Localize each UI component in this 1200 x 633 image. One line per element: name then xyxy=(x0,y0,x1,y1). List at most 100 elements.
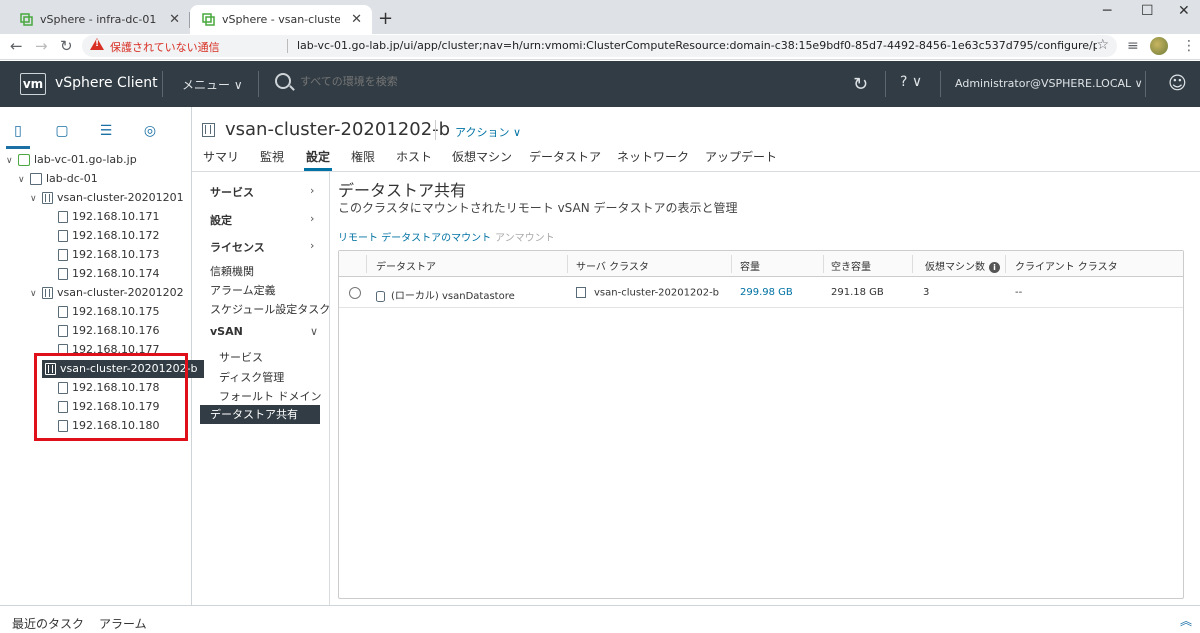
section-subtitle: このクラスタにマウントされたリモート vSAN データストアの表示と管理 xyxy=(338,201,738,215)
chevron-right-icon[interactable]: › xyxy=(310,184,314,197)
search-icon xyxy=(275,73,291,89)
close-tab-icon[interactable]: ✕ xyxy=(351,5,362,34)
vms-templates-view-icon[interactable]: ▢ xyxy=(53,123,71,141)
tree-item-cluster[interactable]: ∨ vsan-cluster-20201202 xyxy=(30,284,184,302)
cell-capacity[interactable]: 299.98 GB xyxy=(740,287,793,298)
column-divider[interactable] xyxy=(912,255,913,273)
reload-icon[interactable]: ↻ xyxy=(60,37,73,55)
subnav-fault-domains[interactable]: フォールト ドメイン xyxy=(219,388,322,404)
tree-item-datacenter[interactable]: ∨ lab-dc-01 xyxy=(18,170,98,188)
app-title[interactable]: vSphere Client xyxy=(55,75,158,91)
subnav-services[interactable]: サービス xyxy=(210,184,254,200)
alarms-tab[interactable]: アラーム xyxy=(99,615,147,632)
back-arrow-icon[interactable]: ← xyxy=(10,37,23,55)
reading-list-icon[interactable]: ≡ xyxy=(1127,38,1139,54)
tree-item-host[interactable]: 192.168.10.175 xyxy=(58,303,159,321)
subnav-disk-management[interactable]: ディスク管理 xyxy=(219,369,284,385)
subnav-datastore-sharing[interactable]: データストア共有 xyxy=(200,405,320,424)
mount-remote-datastore-link[interactable]: リモート データストアのマウント xyxy=(338,229,491,244)
chevron-down-icon[interactable]: ∨ xyxy=(18,171,30,189)
column-header-free-space[interactable]: 空き容量 xyxy=(831,258,871,273)
user-menu[interactable]: Administrator@VSPHERE.LOCAL ∨ xyxy=(955,77,1143,90)
column-divider[interactable] xyxy=(1005,255,1006,273)
tree-item-host[interactable]: 192.168.10.174 xyxy=(58,265,159,283)
column-header-datastore[interactable]: データストア xyxy=(376,258,436,273)
chevron-down-icon[interactable]: ∨ xyxy=(30,190,42,208)
chevron-down-icon[interactable]: ∨ xyxy=(310,325,318,338)
subnav-alarm-definitions[interactable]: アラーム定義 xyxy=(210,282,276,298)
column-header-client-cluster[interactable]: クライアント クラスタ xyxy=(1015,258,1118,273)
chevron-down-icon[interactable]: ∨ xyxy=(30,285,42,303)
header-divider xyxy=(885,71,886,97)
help-menu[interactable]: ? ∨ xyxy=(900,74,922,90)
tree-item-host[interactable]: 192.168.10.171 xyxy=(58,208,159,226)
browser-tab-1[interactable]: vSphere - infra-dc-01 - サマリ ✕ xyxy=(8,5,190,34)
new-tab-button[interactable]: + xyxy=(378,8,393,29)
host-icon xyxy=(58,211,68,223)
tab-vms[interactable]: 仮想マシン xyxy=(452,148,512,165)
subnav-licensing[interactable]: ライセンス xyxy=(210,239,265,255)
tab-datastores[interactable]: データストア xyxy=(529,148,601,165)
column-divider[interactable] xyxy=(731,255,732,273)
tab-hosts[interactable]: ホスト xyxy=(396,148,432,165)
tree-item-cluster[interactable]: ∨ vsan-cluster-20201201 xyxy=(30,189,184,207)
host-icon xyxy=(58,249,68,261)
vm-logo: vm xyxy=(20,73,46,95)
forward-arrow-icon[interactable]: → xyxy=(35,37,48,55)
subnav-scheduled-tasks[interactable]: スケジュール設定タスク xyxy=(210,301,330,317)
browser-tab-title: vSphere - infra-dc-01 - サマリ xyxy=(40,13,158,26)
bookmark-star-icon[interactable]: ☆ xyxy=(1096,37,1109,53)
chevron-down-icon[interactable]: ∨ xyxy=(6,152,18,170)
actions-menu[interactable]: アクション ∨ xyxy=(455,124,521,140)
table-row[interactable]: (ローカル) vsanDatastore vsan-cluster-202012… xyxy=(339,278,1183,308)
minimize-button[interactable]: ─ xyxy=(1103,3,1111,19)
info-icon[interactable]: i xyxy=(989,261,1000,273)
chevron-right-icon[interactable]: › xyxy=(310,212,314,225)
maximize-button[interactable]: ☐ xyxy=(1141,3,1154,19)
tab-configure[interactable]: 設定 xyxy=(303,148,333,171)
chevron-right-icon[interactable]: › xyxy=(310,239,314,252)
tab-updates[interactable]: アップデート xyxy=(705,148,777,165)
tree-item-vcenter[interactable]: ∨ lab-vc-01.go-lab.jp xyxy=(6,151,137,169)
close-tab-icon[interactable]: ✕ xyxy=(169,5,180,34)
browser-tab-2[interactable]: vSphere - vsan-cluster-20201202-b ✕ xyxy=(190,5,372,34)
address-bar[interactable]: 保護されていない通信 lab-vc-01.go-lab.jp/ui/app/cl… xyxy=(82,35,1117,57)
refresh-icon[interactable]: ↻ xyxy=(853,74,868,95)
subnav-settings[interactable]: 設定 xyxy=(210,212,232,228)
column-header-vm-count[interactable]: 仮想マシン数 i xyxy=(925,258,1000,273)
browser-tab-title: vSphere - vsan-cluster-20201202-b xyxy=(222,13,340,26)
tab-summary[interactable]: サマリ xyxy=(203,148,239,165)
url-text[interactable]: lab-vc-01.go-lab.jp/ui/app/cluster;nav=h… xyxy=(297,39,1097,52)
profile-avatar[interactable] xyxy=(1150,37,1168,55)
cell-server-cluster: vsan-cluster-20201202-b xyxy=(576,287,719,299)
subnav-vsan[interactable]: vSAN xyxy=(210,325,243,338)
column-divider[interactable] xyxy=(823,255,824,273)
unmount-link[interactable]: アンマウント xyxy=(495,229,555,244)
row-select-radio[interactable] xyxy=(349,287,361,299)
browser-menu-icon[interactable]: ⋮ xyxy=(1182,38,1196,54)
tree-item-host[interactable]: 192.168.10.173 xyxy=(58,246,159,264)
tab-monitor[interactable]: 監視 xyxy=(260,148,284,165)
tab-permissions[interactable]: 権限 xyxy=(351,148,375,165)
column-divider[interactable] xyxy=(567,255,568,273)
column-header-capacity[interactable]: 容量 xyxy=(740,258,760,273)
global-search-input[interactable] xyxy=(300,76,600,88)
close-window-button[interactable]: ✕ xyxy=(1178,3,1190,19)
menu-button[interactable]: メニュー ∨ xyxy=(182,76,243,93)
highlight-annotation-box xyxy=(34,353,188,441)
subnav-vsan-services[interactable]: サービス xyxy=(219,349,263,365)
tab-networks[interactable]: ネットワーク xyxy=(617,148,689,165)
feedback-smiley-icon[interactable]: ☺ xyxy=(1168,73,1187,94)
recent-tasks-tab[interactable]: 最近のタスク xyxy=(12,615,84,632)
tree-item-host[interactable]: 192.168.10.176 xyxy=(58,322,159,340)
tree-item-label: 192.168.10.176 xyxy=(72,324,160,337)
storage-view-icon[interactable]: ☰ xyxy=(97,123,115,141)
header-divider xyxy=(162,71,163,97)
subnav-trust-authority[interactable]: 信頼機関 xyxy=(210,263,254,279)
hosts-clusters-view-icon[interactable]: ▯ xyxy=(6,123,30,149)
column-header-server-cluster[interactable]: サーバ クラスタ xyxy=(576,258,649,273)
security-label[interactable]: 保護されていない通信 xyxy=(110,39,220,55)
expand-panel-icon[interactable]: ︽ xyxy=(1180,612,1192,629)
networking-view-icon[interactable]: ◎ xyxy=(141,123,159,141)
tree-item-host[interactable]: 192.168.10.172 xyxy=(58,227,159,245)
